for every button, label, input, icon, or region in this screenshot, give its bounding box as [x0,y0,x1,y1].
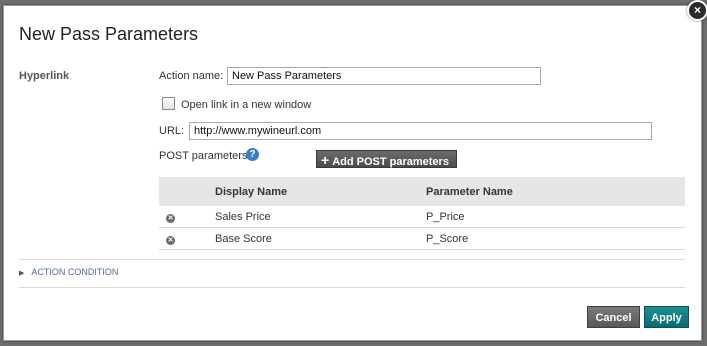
plus-icon: + [321,152,330,168]
action-condition-toggle[interactable]: ▶ ACTION CONDITION [19,267,118,277]
close-icon[interactable]: × [687,0,707,21]
divider [19,287,685,288]
apply-button[interactable]: Apply [644,306,689,328]
add-post-parameters-button[interactable]: + Add POST parameters [316,150,457,168]
post-parameters-table: Display Name Parameter Name ✕ Sales Pric… [159,177,685,250]
display-name-cell: Base Score [215,227,426,250]
dialog: New Pass Parameters Hyperlink Action nam… [3,5,702,341]
table-row: ✕ Sales Price P_Price [159,206,685,228]
display-name-cell: Sales Price [215,206,426,228]
url-label: URL: [159,125,185,137]
remove-cell: ✕ [159,227,215,250]
parameter-name-cell: P_Price [426,206,685,228]
table-row: ✕ Base Score P_Score [159,227,685,250]
post-parameters-label: POST parameters: [159,150,251,162]
table-header-parameter-name: Parameter Name [426,177,685,206]
table-header-display-name: Display Name [215,177,426,206]
open-new-window-label: Open link in a new window [181,99,312,111]
add-post-parameters-label: Add POST parameters [332,156,449,168]
help-icon[interactable]: ? [246,148,259,161]
remove-row-icon[interactable]: ✕ [166,235,175,245]
remove-row-icon[interactable]: ✕ [166,213,175,223]
parameter-name-cell: P_Score [426,227,685,250]
table-header-row: Display Name Parameter Name [159,177,685,206]
table-header-remove [159,177,215,206]
remove-cell: ✕ [159,206,215,228]
cancel-button[interactable]: Cancel [587,306,640,328]
action-name-input[interactable] [227,67,541,85]
open-new-window-checkbox[interactable] [162,97,175,110]
action-condition-label: ACTION CONDITION [31,267,119,277]
caret-right-icon: ▶ [19,270,25,277]
action-name-label: Action name: [159,70,224,82]
divider [19,259,685,260]
dialog-title: New Pass Parameters [19,24,199,44]
url-input[interactable] [189,122,652,140]
section-label-hyperlink: Hyperlink [19,70,70,82]
